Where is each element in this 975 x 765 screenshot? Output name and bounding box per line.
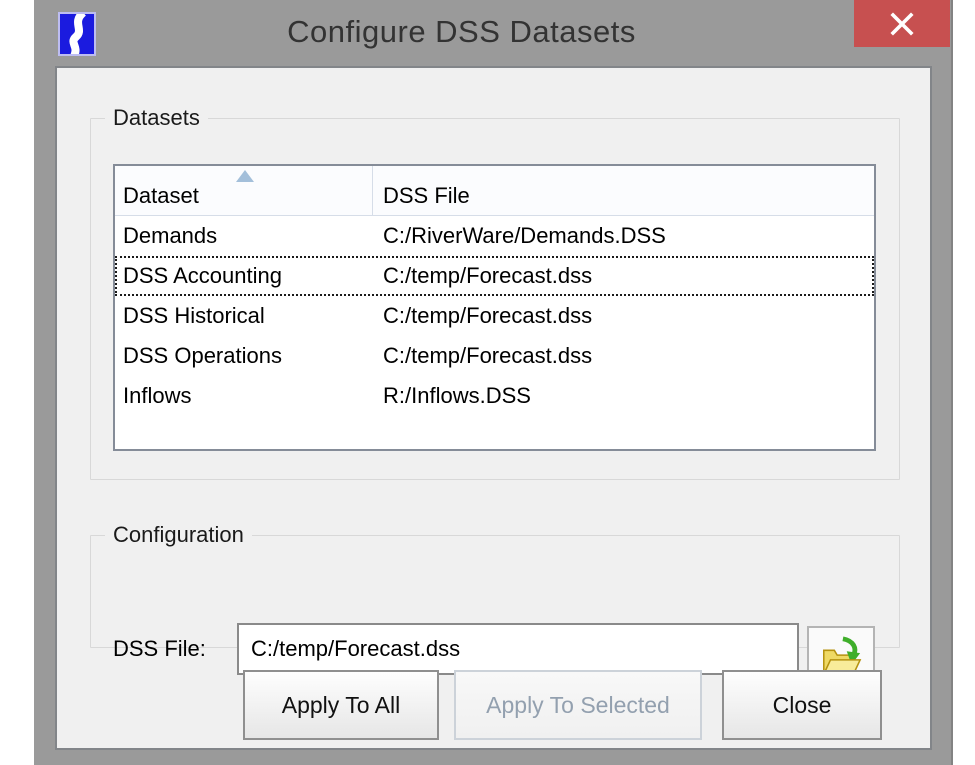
table-header: Dataset DSS File (115, 166, 874, 216)
dss-file-path: R:/Inflows.DSS (373, 383, 872, 409)
dataset-name: Inflows (117, 383, 373, 409)
close-window-button[interactable] (854, 0, 950, 47)
dss-file-path: C:/temp/Forecast.dss (373, 343, 872, 369)
close-button[interactable]: Close (722, 670, 882, 740)
table-body: Demands C:/RiverWare/Demands.DSS DSS Acc… (115, 216, 874, 416)
column-header-dss-file[interactable]: DSS File (373, 166, 874, 215)
dataset-name: DSS Historical (117, 303, 373, 329)
table-row[interactable]: Inflows R:/Inflows.DSS (115, 376, 874, 416)
dss-file-path: C:/temp/Forecast.dss (373, 303, 872, 329)
dataset-name: DSS Accounting (117, 263, 373, 289)
window-title: Configure DSS Datasets (34, 0, 953, 63)
dss-file-path: C:/temp/Forecast.dss (373, 263, 872, 289)
close-icon (889, 11, 915, 37)
dss-file-path: C:/RiverWare/Demands.DSS (373, 223, 872, 249)
configuration-groupbox: Configuration DSS File: (90, 535, 900, 648)
apply-to-selected-button[interactable]: Apply To Selected (454, 670, 702, 740)
dialog-content: Datasets Dataset DSS File Demands C:/Riv… (55, 66, 932, 750)
datasets-table[interactable]: Dataset DSS File Demands C:/RiverWare/De… (113, 164, 876, 451)
dss-file-label: DSS File: (113, 636, 206, 662)
apply-to-all-button[interactable]: Apply To All (243, 670, 439, 740)
table-row[interactable]: DSS Historical C:/temp/Forecast.dss (115, 296, 874, 336)
table-row[interactable]: DSS Accounting C:/temp/Forecast.dss (115, 256, 874, 296)
datasets-groupbox: Datasets Dataset DSS File Demands C:/Riv… (90, 118, 900, 480)
table-row[interactable]: DSS Operations C:/temp/Forecast.dss (115, 336, 874, 376)
dialog-window: Configure DSS Datasets Datasets Dataset … (34, 0, 953, 765)
table-row[interactable]: Demands C:/RiverWare/Demands.DSS (115, 216, 874, 256)
configuration-group-label: Configuration (105, 522, 252, 548)
dataset-name: DSS Operations (117, 343, 373, 369)
sort-ascending-icon (236, 170, 254, 182)
datasets-group-label: Datasets (105, 105, 208, 131)
dataset-name: Demands (117, 223, 373, 249)
title-bar[interactable]: Configure DSS Datasets (34, 0, 953, 66)
dss-file-input[interactable] (237, 623, 799, 675)
